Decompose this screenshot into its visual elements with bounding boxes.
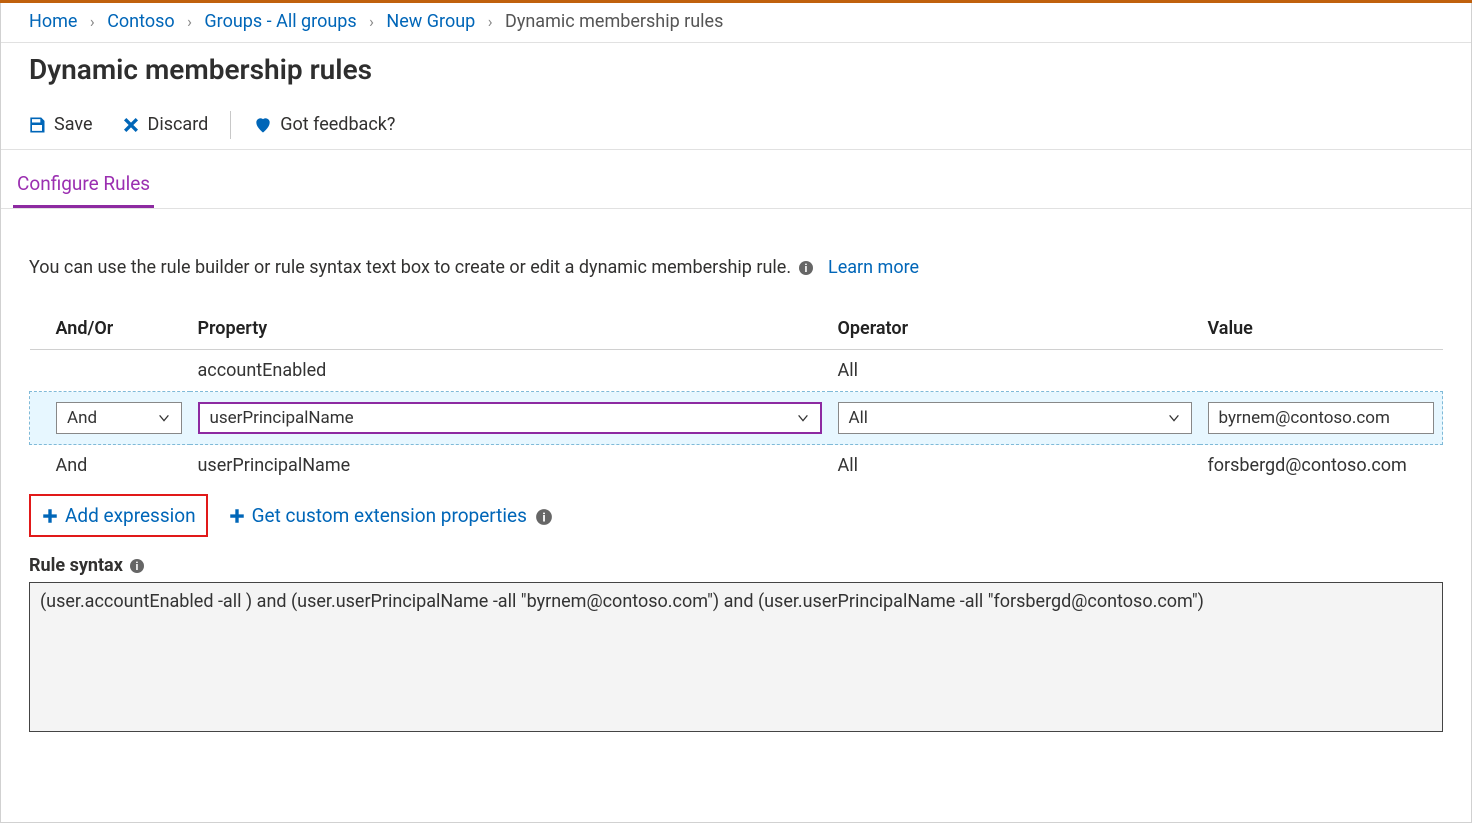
andor-select[interactable]: And bbox=[56, 402, 182, 434]
cell-value: forsbergd@contoso.com bbox=[1200, 445, 1443, 487]
rule-syntax-textbox[interactable]: (user.accountEnabled -all ) and (user.us… bbox=[29, 582, 1443, 732]
info-icon[interactable]: i bbox=[798, 260, 814, 276]
operator-select-value: All bbox=[849, 408, 868, 428]
cell-value bbox=[1200, 350, 1443, 392]
toolbar-divider bbox=[230, 111, 231, 139]
save-icon bbox=[27, 115, 47, 135]
get-custom-properties-button[interactable]: Get custom extension properties i bbox=[222, 500, 557, 531]
operator-select[interactable]: All bbox=[838, 402, 1192, 434]
cell-operator: All bbox=[830, 350, 1200, 392]
value-input[interactable]: byrnem@contoso.com bbox=[1208, 402, 1435, 434]
feedback-label: Got feedback? bbox=[280, 114, 395, 135]
heart-icon bbox=[253, 115, 273, 135]
svg-text:i: i bbox=[542, 511, 545, 525]
property-select[interactable]: userPrincipalName bbox=[198, 402, 822, 434]
intro-text-span: You can use the rule builder or rule syn… bbox=[29, 257, 791, 278]
cell-andor: And bbox=[30, 445, 190, 487]
discard-button[interactable]: Discard bbox=[115, 110, 215, 139]
rule-syntax-label-text: Rule syntax bbox=[29, 555, 123, 576]
col-header-property: Property bbox=[190, 312, 830, 350]
content-area: You can use the rule builder or rule syn… bbox=[1, 209, 1471, 732]
rule-row-active: And userPrincipalName All bbox=[30, 392, 1443, 445]
cell-property: userPrincipalName bbox=[190, 445, 830, 487]
chevron-right-icon: › bbox=[187, 12, 192, 31]
breadcrumb-home[interactable]: Home bbox=[29, 11, 77, 32]
cell-andor bbox=[30, 350, 190, 392]
action-row: Add expression Get custom extension prop… bbox=[29, 486, 1443, 537]
chevron-right-icon: › bbox=[90, 12, 95, 31]
plus-icon bbox=[41, 507, 59, 525]
discard-label: Discard bbox=[148, 114, 209, 135]
value-input-text: byrnem@contoso.com bbox=[1219, 408, 1390, 428]
info-icon[interactable]: i bbox=[129, 558, 145, 574]
breadcrumb-groups[interactable]: Groups - All groups bbox=[204, 11, 356, 32]
col-header-andor: And/Or bbox=[30, 312, 190, 350]
chevron-right-icon: › bbox=[369, 12, 374, 31]
svg-text:i: i bbox=[135, 560, 138, 573]
tab-configure-rules[interactable]: Configure Rules bbox=[13, 162, 154, 208]
rule-builder-table: And/Or Property Operator Value accountEn… bbox=[29, 312, 1443, 486]
rule-syntax-label: Rule syntax i bbox=[29, 555, 1443, 576]
add-expression-label: Add expression bbox=[65, 504, 196, 527]
info-icon[interactable]: i bbox=[535, 508, 551, 524]
toolbar: Save Discard Got feedback? bbox=[1, 104, 1471, 150]
plus-icon bbox=[228, 507, 246, 525]
add-expression-button[interactable]: Add expression bbox=[29, 494, 208, 537]
breadcrumb-contoso[interactable]: Contoso bbox=[107, 11, 174, 32]
learn-more-link[interactable]: Learn more bbox=[828, 257, 919, 278]
feedback-button[interactable]: Got feedback? bbox=[247, 110, 401, 139]
rule-row: accountEnabled All bbox=[30, 350, 1443, 392]
col-header-value: Value bbox=[1200, 312, 1443, 350]
close-icon bbox=[121, 115, 141, 135]
cell-operator: All bbox=[830, 445, 1200, 487]
chevron-down-icon bbox=[1167, 411, 1181, 425]
chevron-down-icon bbox=[157, 411, 171, 425]
breadcrumb-new-group[interactable]: New Group bbox=[386, 11, 475, 32]
cell-property: accountEnabled bbox=[190, 350, 830, 392]
tab-bar: Configure Rules bbox=[1, 150, 1471, 209]
property-select-value: userPrincipalName bbox=[210, 408, 354, 428]
save-label: Save bbox=[54, 114, 93, 135]
save-button[interactable]: Save bbox=[21, 110, 99, 139]
col-header-operator: Operator bbox=[830, 312, 1200, 350]
page-title: Dynamic membership rules bbox=[1, 43, 1471, 104]
intro-text: You can use the rule builder or rule syn… bbox=[29, 257, 1443, 278]
get-custom-properties-label: Get custom extension properties bbox=[252, 504, 527, 527]
chevron-right-icon: › bbox=[488, 12, 493, 31]
breadcrumb-current: Dynamic membership rules bbox=[505, 11, 723, 32]
andor-select-value: And bbox=[67, 408, 97, 428]
rule-row: And userPrincipalName All forsbergd@cont… bbox=[30, 445, 1443, 487]
svg-text:i: i bbox=[804, 262, 807, 275]
breadcrumb: Home › Contoso › Groups - All groups › N… bbox=[1, 3, 1471, 43]
chevron-down-icon bbox=[796, 411, 810, 425]
